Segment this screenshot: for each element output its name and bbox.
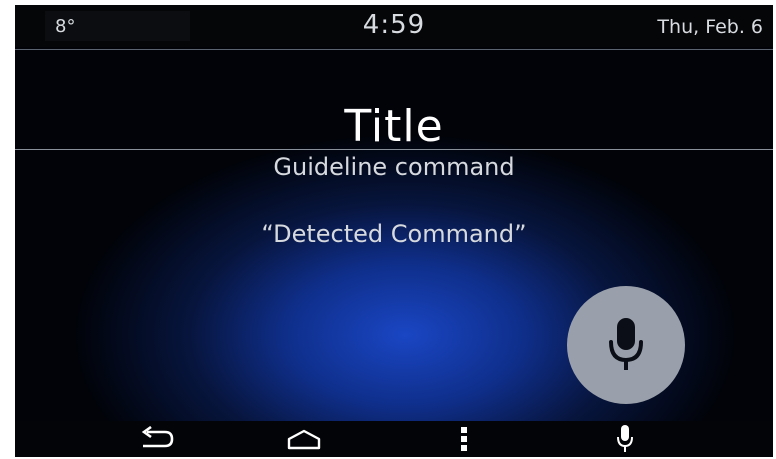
title-divider	[15, 149, 773, 150]
guideline-command-text: Guideline command	[273, 153, 515, 181]
voice-command-screen: 8° 4:59 Thu, Feb. 6 Title Guideline comm…	[15, 5, 773, 457]
voice-button[interactable]	[595, 421, 655, 457]
home-icon	[287, 429, 321, 450]
page-title: Title	[344, 101, 444, 152]
current-date: Thu, Feb. 6	[657, 16, 763, 38]
header-divider	[15, 49, 773, 50]
back-button[interactable]	[127, 421, 187, 457]
detected-command-text: “Detected Command”	[261, 220, 527, 248]
status-bar: 8° 4:59 Thu, Feb. 6	[15, 5, 773, 47]
home-button[interactable]	[274, 421, 334, 457]
back-icon	[141, 426, 174, 448]
navigation-bar	[15, 421, 773, 457]
menu-button[interactable]	[434, 421, 494, 457]
menu-dots-icon	[461, 427, 467, 451]
microphone-icon	[609, 318, 643, 370]
microphone-icon	[617, 425, 633, 452]
voice-mic-button[interactable]	[567, 286, 685, 404]
